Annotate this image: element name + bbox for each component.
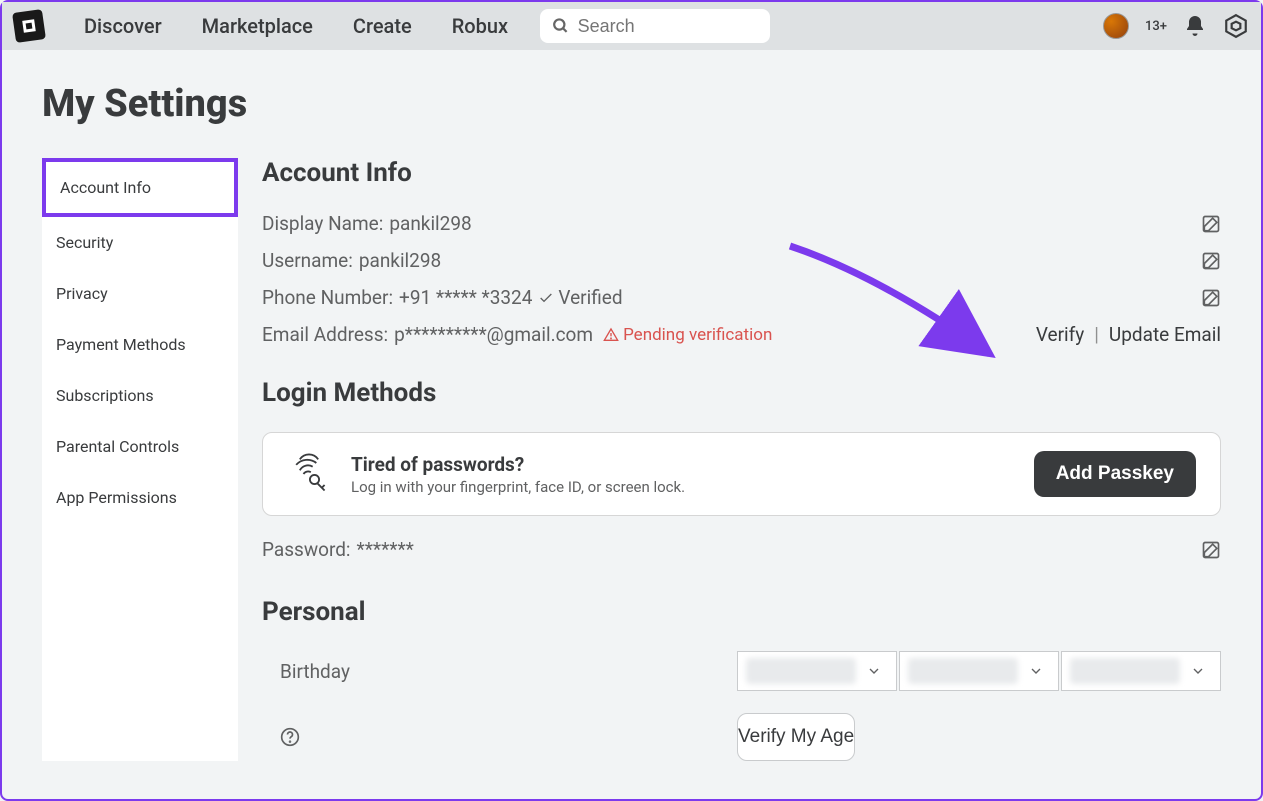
pending-verification-badge: Pending verification [603,325,772,345]
search-box[interactable] [540,9,770,43]
pending-text: Pending verification [623,325,772,345]
passkey-subtitle: Log in with your fingerprint, face ID, o… [351,478,1014,496]
sidebar-item-subscriptions[interactable]: Subscriptions [42,370,238,421]
email-actions: Verify | Update Email [1036,323,1221,346]
display-name-value: pankil298 [389,212,471,235]
phone-label: Phone Number: [262,286,393,309]
search-icon [552,16,570,36]
edit-password-icon[interactable] [1201,540,1221,560]
sidebar-item-security[interactable]: Security [42,217,238,268]
display-name-row: Display Name: pankil298 [262,212,1221,235]
sidebar: Account Info Security Privacy Payment Me… [42,158,238,761]
divider: | [1094,323,1099,346]
password-row: Password: ******* [262,538,1221,561]
sidebar-item-app-permissions[interactable]: App Permissions [42,472,238,523]
page-title: My Settings [42,82,1221,126]
nav-robux[interactable]: Robux [452,14,508,38]
search-input[interactable] [578,16,758,37]
phone-value: +91 ***** *3324 [399,286,532,309]
check-icon [538,290,554,306]
chevron-down-icon [1028,663,1044,679]
chevron-down-icon [866,663,882,679]
update-email-link[interactable]: Update Email [1109,323,1221,346]
birthday-row: Birthday [262,651,1221,691]
personal-title: Personal [262,597,1221,627]
logo[interactable] [12,9,46,43]
top-nav: Discover Marketplace Create Robux 13+ [2,2,1261,50]
sidebar-item-payment-methods[interactable]: Payment Methods [42,319,238,370]
email-label: Email Address: [262,323,388,346]
phone-row: Phone Number: +91 ***** *3324 Verified [262,286,1221,309]
verify-my-age-button[interactable]: Verify My Age [737,713,855,761]
nav-links: Discover Marketplace Create Robux [84,14,508,38]
passkey-title: Tired of passwords? [351,453,1014,476]
birthday-day-select[interactable] [899,651,1059,691]
email-row: Email Address: p**********@gmail.com Pen… [262,323,1221,346]
verify-age-row: Verify My Age [262,713,1221,761]
username-label: Username: [262,249,353,272]
add-passkey-button[interactable]: Add Passkey [1034,451,1196,497]
birthday-year-select[interactable] [1061,651,1221,691]
email-value: p**********@gmail.com [394,323,593,346]
phone-verified-badge: Verified [538,286,622,309]
display-name-label: Display Name: [262,212,383,235]
edit-username-icon[interactable] [1201,251,1221,271]
verified-text: Verified [558,286,622,309]
password-label: Password: [262,538,351,561]
nav-right: 13+ [1103,13,1249,39]
verify-email-link[interactable]: Verify [1036,323,1084,346]
nav-marketplace[interactable]: Marketplace [202,14,313,38]
age-tag: 13+ [1145,19,1167,34]
password-value: ******* [357,538,414,561]
nav-discover[interactable]: Discover [84,14,162,38]
bell-icon[interactable] [1183,14,1207,38]
help-icon[interactable] [280,727,300,747]
username-value: pankil298 [359,249,441,272]
sidebar-item-parental-controls[interactable]: Parental Controls [42,421,238,472]
sidebar-item-account-info[interactable]: Account Info [42,158,238,217]
passkey-card: Tired of passwords? Log in with your fin… [262,432,1221,516]
birthday-month-select[interactable] [737,651,897,691]
warning-icon [603,327,619,343]
login-methods-title: Login Methods [262,378,1221,408]
passkey-icon [287,452,331,496]
chevron-down-icon [1190,663,1206,679]
edit-display-name-icon[interactable] [1201,214,1221,234]
robux-icon[interactable] [1223,13,1249,39]
birthday-label: Birthday [280,660,350,683]
nav-create[interactable]: Create [353,14,412,38]
account-info-title: Account Info [262,158,1221,188]
main-content: Account Info Display Name: pankil298 Use… [262,158,1221,761]
avatar[interactable] [1103,13,1129,39]
sidebar-item-privacy[interactable]: Privacy [42,268,238,319]
username-row: Username: pankil298 [262,249,1221,272]
edit-phone-icon[interactable] [1201,288,1221,308]
